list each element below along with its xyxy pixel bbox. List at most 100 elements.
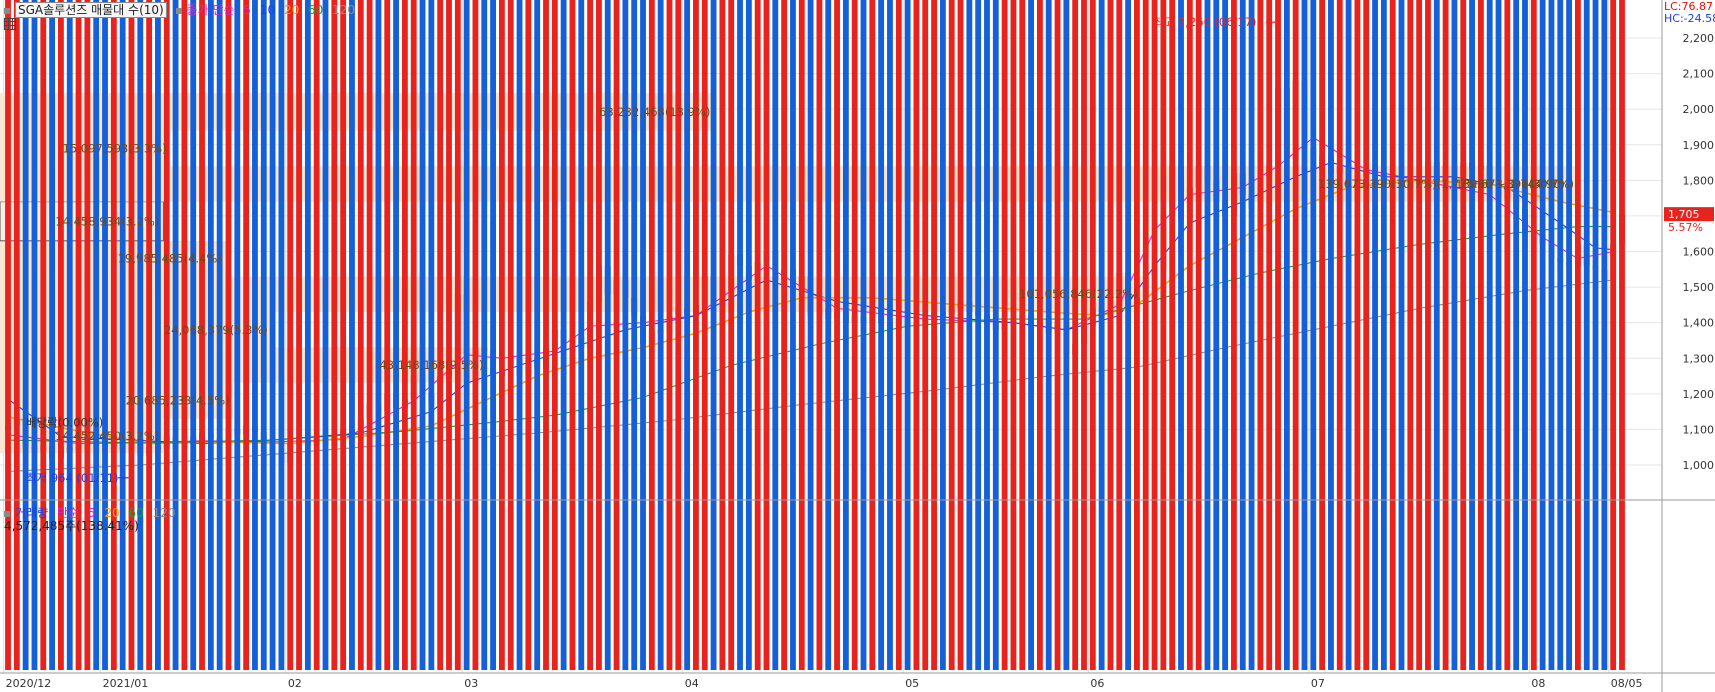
volume-bar — [604, 0, 611, 670]
volume-bar — [825, 0, 832, 670]
volume-bar — [887, 0, 893, 670]
volume-bar — [948, 0, 955, 670]
volume-bar — [578, 0, 585, 670]
volume-bar — [102, 0, 108, 670]
volume-bar — [278, 0, 285, 670]
grid-settings-icon[interactable] — [4, 18, 16, 30]
volume-bar — [631, 0, 638, 670]
volume-bar — [745, 0, 752, 670]
volume-bar — [454, 0, 461, 670]
volume-bar — [1407, 0, 1414, 670]
volume-bar — [1513, 0, 1520, 670]
volume-bar — [1239, 0, 1246, 670]
volume-bar — [1231, 0, 1237, 670]
volume-bar — [525, 0, 532, 670]
volume-bar — [560, 0, 567, 670]
volume-bar — [1204, 0, 1211, 670]
volume-bar — [1178, 0, 1184, 670]
volume-bar — [428, 0, 435, 670]
volume-bar — [1345, 0, 1352, 670]
volume-bar — [1257, 0, 1264, 670]
volume-bar — [1328, 0, 1334, 670]
ma-period-60[interactable]: 60 — [308, 3, 323, 17]
volume-bar — [1530, 0, 1537, 670]
volume-bar — [754, 0, 761, 670]
volume-bar — [842, 0, 849, 670]
ma-title[interactable]: 종가 단순 — [187, 3, 235, 17]
volume-bar — [1354, 0, 1361, 670]
volume-bar — [931, 0, 937, 670]
low-annotation: 최저 964 (01/11) — [26, 471, 119, 485]
volume-bar — [878, 0, 885, 670]
volume-bar — [1504, 0, 1511, 670]
volume-bar — [675, 0, 682, 670]
volume-bar — [366, 0, 373, 670]
price-tick-label: 1,600 — [1683, 246, 1715, 259]
ma-period-120[interactable]: 120 — [332, 3, 355, 17]
volume-bar — [781, 0, 788, 670]
volume-bar — [596, 0, 602, 670]
ma-period-5[interactable]: 5 — [243, 3, 251, 17]
volume-bar — [313, 0, 320, 670]
volume-bar — [1089, 0, 1096, 670]
volume-bar — [1310, 0, 1317, 670]
volume-bar — [331, 0, 338, 670]
volume-bar — [657, 0, 664, 670]
volume-bar — [1442, 0, 1449, 670]
volume-bar — [119, 0, 126, 670]
price-tick-label: 1,100 — [1683, 423, 1715, 436]
date-tick-label: 2020/12 — [6, 677, 52, 690]
ma-period-10[interactable]: 10 — [260, 3, 275, 17]
volume-bar — [551, 0, 558, 670]
volume-bar — [1416, 0, 1423, 670]
volume-ma-120[interactable]: 120 — [153, 506, 176, 520]
volume-bar — [790, 0, 796, 670]
volume-profile-label: 20,685,233(4.5%) — [126, 394, 230, 408]
volume-bar — [357, 0, 364, 670]
date-axis: 2020/12 2021/01 02 03 04 05 06 07 08 08/05 — [6, 677, 1643, 690]
legend-square-icon — [175, 7, 182, 14]
volume-bar — [58, 0, 64, 670]
volume-bar — [569, 0, 576, 670]
volume-bar — [401, 0, 408, 670]
volume-bar — [1486, 0, 1493, 670]
range-annotation: 139,673,390(30.7%)(1,775.60 ~ 1,744.90) — [1318, 177, 1565, 191]
volume-bar — [966, 0, 973, 670]
volume-bar — [1028, 0, 1034, 670]
volume-bar — [984, 0, 990, 670]
volume-bar — [93, 0, 100, 670]
stock-chart: 1,0001,1001,2001,3001,4001,5001,6001,700… — [0, 0, 1715, 692]
ma-period-20[interactable]: 20 — [284, 3, 299, 17]
price-tick-label: 1,900 — [1683, 139, 1715, 152]
date-tick-label: 05 — [905, 677, 919, 690]
volume-bar — [1398, 0, 1405, 670]
volume-bar — [40, 0, 47, 670]
price-tick-label: 1,200 — [1683, 388, 1715, 401]
price-tick-label: 2,100 — [1683, 68, 1715, 81]
volume-bar — [622, 0, 629, 670]
volume-bar — [349, 0, 355, 670]
volume-bar — [1363, 0, 1370, 670]
volume-bar — [1566, 0, 1572, 670]
volume-bar — [693, 0, 699, 670]
volume-bar — [1380, 0, 1387, 670]
stock-selector-button[interactable]: SGA솔루션즈 매물대 수(10) — [15, 2, 167, 18]
legend-square-icon — [4, 510, 10, 517]
volume-bar — [498, 0, 505, 670]
volume-current: 4,572,485주(138.41%) — [4, 519, 139, 533]
volume-bar — [419, 0, 426, 670]
volume-bar — [472, 0, 479, 670]
volume-bar — [1583, 0, 1590, 670]
date-tick-label: 08/05 — [1611, 677, 1643, 690]
volume-bar — [648, 0, 655, 670]
volume-bar — [1116, 0, 1123, 670]
volume-bar — [710, 0, 717, 670]
volume-bar — [1001, 0, 1008, 670]
volume-bar — [49, 0, 56, 670]
volume-bar — [1125, 0, 1132, 670]
date-tick-label: 07 — [1311, 677, 1325, 690]
volume-bar — [719, 0, 726, 670]
volume-bar — [1169, 0, 1176, 670]
volume-bar — [1433, 0, 1440, 670]
volume-bar — [913, 0, 920, 670]
